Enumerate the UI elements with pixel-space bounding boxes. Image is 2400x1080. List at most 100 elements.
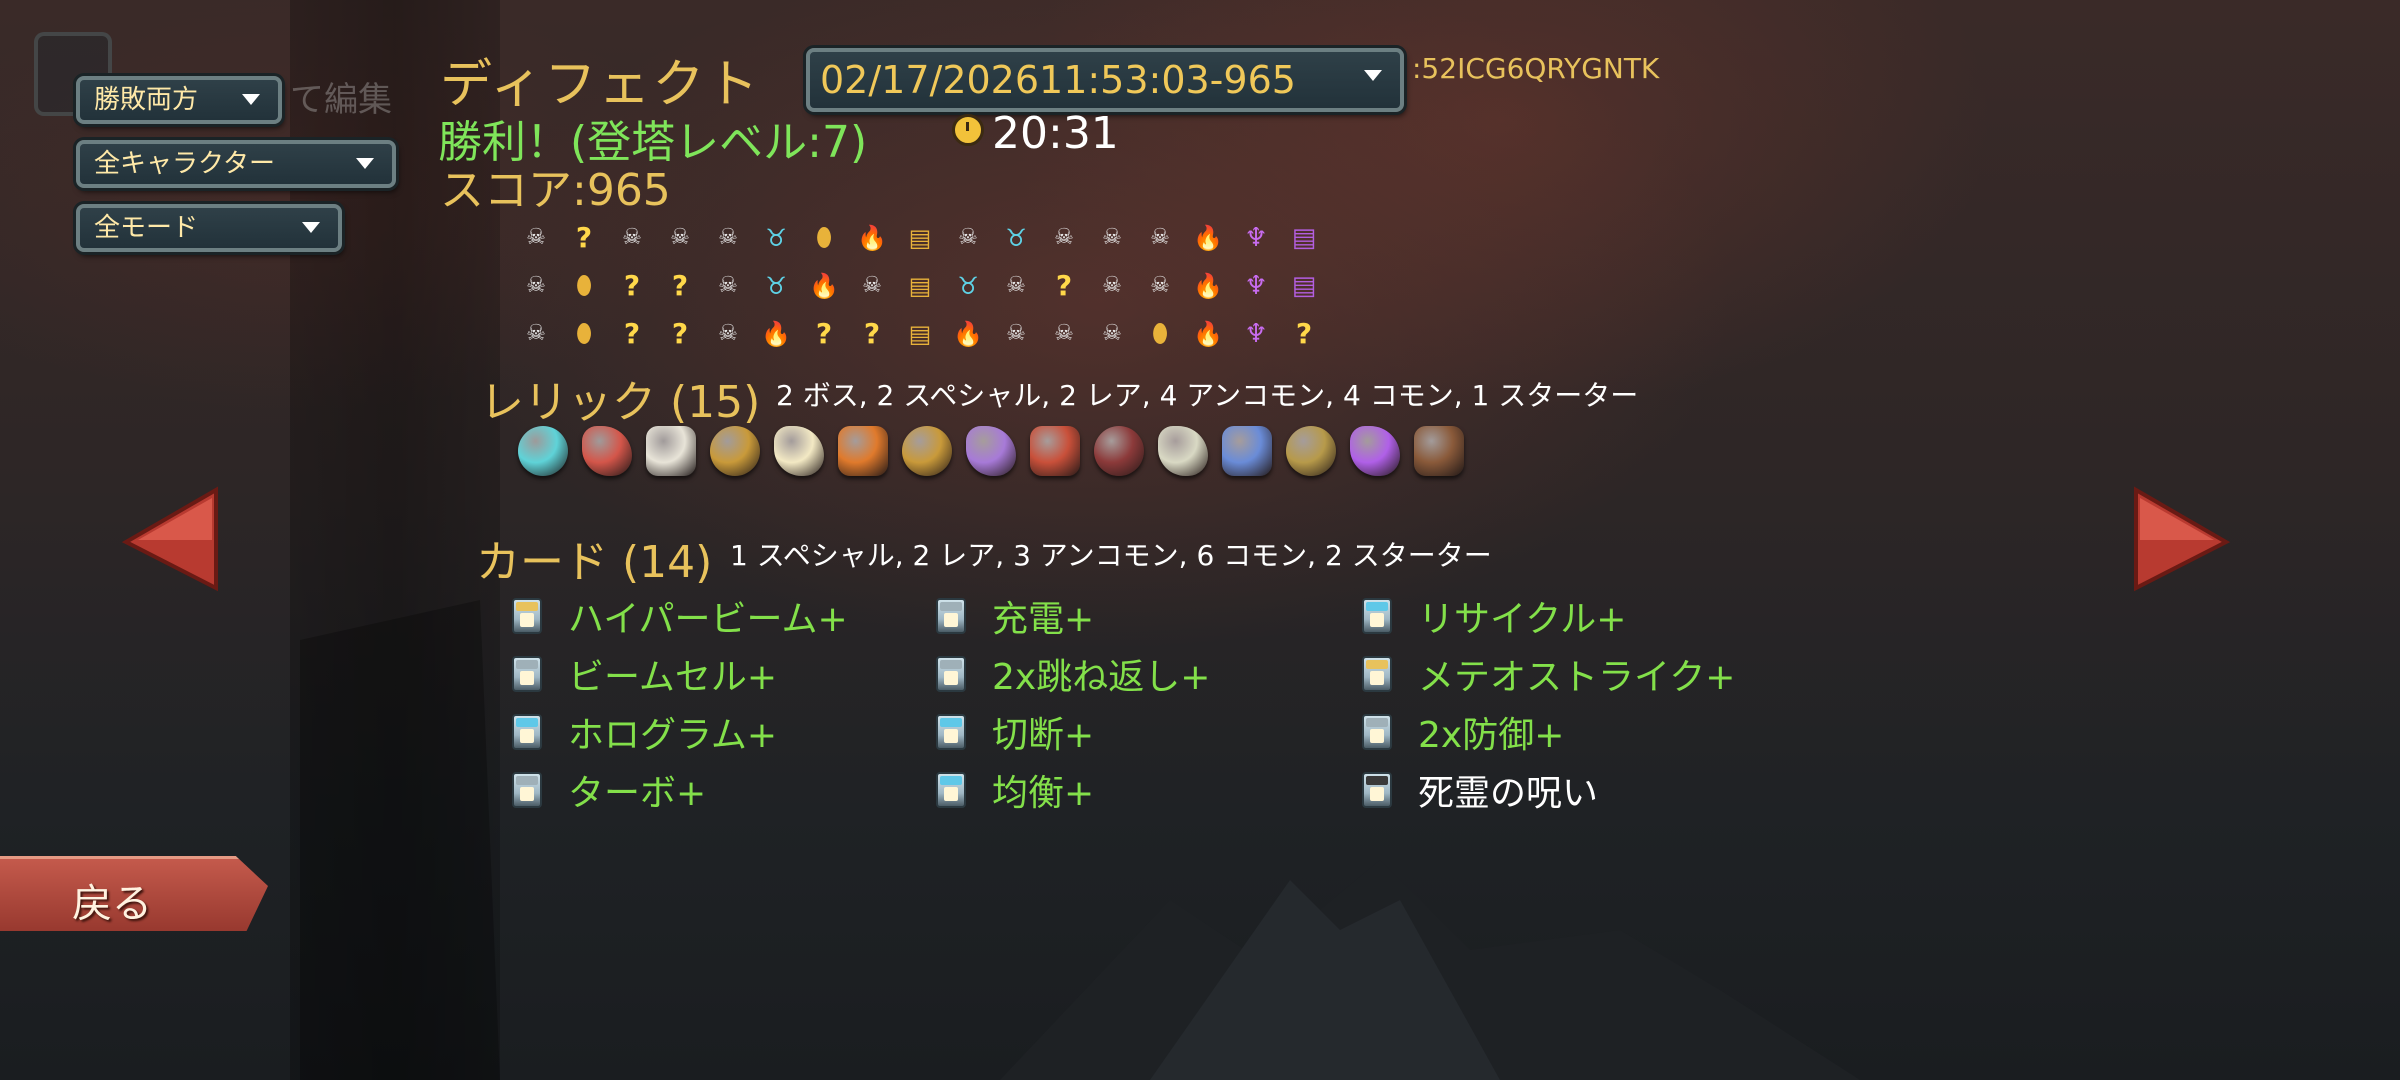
card-icon — [512, 598, 542, 634]
monster-node-icon: ☠ — [718, 225, 738, 250]
path-row-act3: ☠ ⬮?? ☠ 🔥?? ▤ 🔥 ☠ ☠ ☠ ⬮ 🔥 ♆? — [512, 316, 1328, 352]
ring-band-icon[interactable] — [704, 420, 766, 482]
card-icon — [512, 714, 542, 750]
mode-filter-dropdown[interactable]: 全モード — [76, 204, 342, 252]
boss-node-icon: ♆ — [1244, 271, 1268, 301]
relics-summary: 2 ボス, 2 スペシャル, 2 レア, 4 アンコモン, 4 コモン, 1 ス… — [776, 379, 1639, 412]
shop-node-icon: ⬮ — [1151, 319, 1169, 349]
relic-shape — [902, 426, 952, 476]
card-entry[interactable]: ターボ+ — [512, 766, 706, 814]
card-icon — [1362, 714, 1392, 750]
flame-jar-icon[interactable] — [832, 420, 894, 482]
boss-node-icon: ♆ — [1244, 319, 1268, 349]
card-entry[interactable]: 2x跳ね返し+ — [936, 650, 1210, 698]
card-name: メテオストライク+ — [1418, 657, 1736, 698]
unknown-node-icon: ? — [623, 269, 641, 302]
bed-icon[interactable] — [1216, 420, 1278, 482]
card-entry[interactable]: 切断+ — [936, 708, 1094, 756]
orb-icon[interactable] — [768, 420, 830, 482]
card-entry[interactable]: 2x防御+ — [1362, 708, 1564, 756]
relic-shape — [966, 426, 1016, 476]
card-entry[interactable]: リサイクル+ — [1362, 592, 1626, 640]
card-entry[interactable]: ハイパービーム+ — [512, 592, 848, 640]
meat-icon[interactable] — [1024, 420, 1086, 482]
book-icon[interactable] — [1088, 420, 1150, 482]
cage-icon[interactable] — [1152, 420, 1214, 482]
elite-node-icon: ♉ — [957, 272, 979, 300]
card-name: 死霊の呪い — [1418, 773, 1599, 814]
branch-icon[interactable] — [1408, 420, 1470, 482]
bird-bone-icon[interactable] — [640, 420, 702, 482]
seed-code: :52ICG6QRYGNTK — [1412, 52, 1660, 85]
emblem-icon[interactable] — [1280, 420, 1342, 482]
card-entry[interactable]: メテオストライク+ — [1362, 650, 1735, 698]
shop-node-icon: ⬮ — [575, 271, 593, 301]
card-name: リサイクル+ — [1418, 599, 1627, 640]
card-name: ハイパービーム+ — [568, 599, 848, 640]
stone-egg-icon[interactable] — [960, 420, 1022, 482]
unknown-node-icon: ? — [863, 317, 881, 350]
card-name: 2x跳ね返し+ — [992, 657, 1211, 698]
unknown-node-icon: ? — [1295, 317, 1313, 350]
bosschest-node-icon: ▤ — [1291, 223, 1317, 253]
monster-node-icon: ☠ — [526, 321, 546, 346]
card-icon — [936, 772, 966, 808]
unknown-node-icon: ? — [575, 221, 593, 254]
card-name: ホログラム+ — [568, 715, 778, 756]
shop-node-icon: ⬮ — [815, 223, 833, 253]
monster-node-icon: ☠ — [1150, 225, 1170, 250]
card-entry[interactable]: 死霊の呪い — [1362, 766, 1598, 814]
treasure-node-icon: ▤ — [908, 272, 932, 300]
elite-node-icon: ♉ — [765, 224, 787, 252]
monster-node-icon: ☠ — [958, 225, 978, 250]
relic-shape — [1158, 426, 1208, 476]
rest-node-icon: 🔥 — [953, 320, 983, 348]
shop-node-icon: ⬮ — [575, 319, 593, 349]
treasure-node-icon: ▤ — [908, 224, 932, 252]
character-filter-dropdown[interactable]: 全キャラクター — [76, 140, 396, 188]
monster-node-icon: ☠ — [1054, 321, 1074, 346]
rest-node-icon: 🔥 — [1193, 320, 1223, 348]
clock-icon — [952, 114, 984, 146]
relic-shape — [1286, 426, 1336, 476]
back-button[interactable]: 戻る — [0, 856, 268, 931]
rest-node-icon: 🔥 — [857, 224, 887, 252]
relic-shape — [1030, 426, 1080, 476]
previous-run-arrow[interactable] — [120, 484, 220, 594]
card-icon — [1362, 598, 1392, 634]
next-run-arrow[interactable] — [2132, 484, 2232, 594]
card-name: 2x防御+ — [1418, 715, 1565, 756]
cracked-core-icon[interactable] — [512, 420, 574, 482]
relic-shape — [838, 426, 888, 476]
unknown-node-icon: ? — [671, 317, 689, 350]
path-row-act2: ☠ ⬮?? ☠ ♉ 🔥 ☠ ▤ ♉ ☠? ☠ ☠ 🔥 ♆ ▤ — [512, 268, 1328, 304]
shuriken-icon[interactable] — [1344, 420, 1406, 482]
monster-node-icon: ☠ — [718, 321, 738, 346]
unknown-node-icon: ? — [1055, 269, 1073, 302]
card-entry[interactable]: 充電+ — [936, 592, 1094, 640]
claw-icon[interactable] — [576, 420, 638, 482]
monster-node-icon: ☠ — [1006, 321, 1026, 346]
outcome-filter-dropdown[interactable]: 勝敗両方 — [76, 76, 282, 124]
rest-node-icon: 🔥 — [809, 272, 839, 300]
monster-node-icon: ☠ — [1102, 225, 1122, 250]
edit-label-ghost: て編集 — [290, 80, 392, 120]
relic-shape — [1350, 426, 1400, 476]
relic-shape — [646, 426, 696, 476]
relic-shape — [774, 426, 824, 476]
relic-shape — [1222, 426, 1272, 476]
elite-node-icon: ♉ — [1005, 224, 1027, 252]
card-entry[interactable]: 均衡+ — [936, 766, 1094, 814]
card-entry[interactable]: ホログラム+ — [512, 708, 777, 756]
card-name: 切断+ — [992, 715, 1095, 756]
monster-node-icon: ☠ — [1102, 321, 1122, 346]
card-name: ビームセル+ — [568, 657, 778, 698]
monster-node-icon: ☠ — [1006, 273, 1026, 298]
bosschest-node-icon: ▤ — [1291, 271, 1317, 301]
monster-node-icon: ☠ — [622, 225, 642, 250]
run-select-dropdown[interactable]: 02/17/202611:53:03-965 — [806, 48, 1404, 112]
monster-node-icon: ☠ — [718, 273, 738, 298]
card-entry[interactable]: ビームセル+ — [512, 650, 777, 698]
chevron-down-icon — [302, 222, 320, 233]
sundial-icon[interactable] — [896, 420, 958, 482]
